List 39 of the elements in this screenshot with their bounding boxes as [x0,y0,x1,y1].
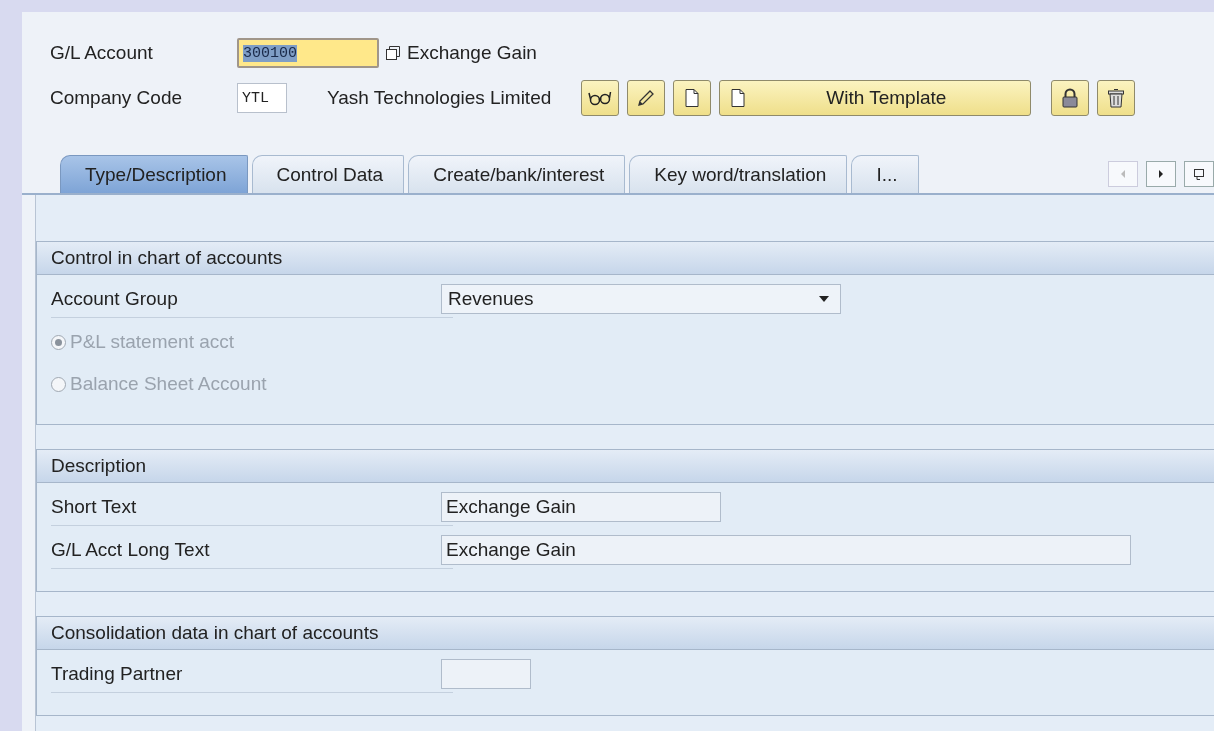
glasses-icon [588,90,613,106]
tab[interactable]: Create/bank/interest [408,155,626,193]
right-arrow-icon [1157,169,1165,179]
input-field[interactable] [441,659,531,689]
radio-label: P&L statement acct [70,331,235,353]
trash-icon [1107,88,1126,108]
lock-icon [1061,88,1080,108]
tab-list-button[interactable] [1184,161,1214,187]
field-label: Account Group [51,288,179,310]
field-label: G/L Acct Long Text [51,539,211,561]
radio-label: Balance Sheet Account [70,373,267,395]
lock-button[interactable] [1051,80,1090,116]
window-icon[interactable] [385,45,401,61]
document-icon [730,88,747,108]
description-text: Yash Technologies Limited [327,87,552,109]
template-button[interactable]: With Template [719,80,1032,116]
document-button[interactable] [673,80,712,116]
glasses-button[interactable] [581,80,620,116]
scroll-right-button[interactable] [1146,161,1176,187]
description-text: Exchange Gain [407,42,537,64]
input-field[interactable]: 300100 [237,38,379,68]
trash-button[interactable] [1097,80,1136,116]
document-icon [684,88,701,108]
pencil-button[interactable] [627,80,666,116]
dropdown-arrow-icon [818,295,830,303]
left-arrow-icon [1119,169,1127,179]
input-field[interactable]: YTL [237,83,287,113]
tab[interactable]: Type/Description [60,155,248,193]
field-label: Short Text [51,496,138,518]
field-label: Trading Partner [51,663,184,685]
tab[interactable]: Key word/translation [629,155,848,193]
tab[interactable]: I... [851,155,919,193]
window-icon [1193,168,1205,180]
tab[interactable]: Control Data [251,155,405,193]
dropdown[interactable]: Revenues [441,284,841,314]
input-field[interactable]: Exchange Gain [441,535,1131,565]
input-field[interactable]: Exchange Gain [441,492,721,522]
field-label: Company Code [50,87,184,109]
field-label: G/L Account [50,42,154,64]
